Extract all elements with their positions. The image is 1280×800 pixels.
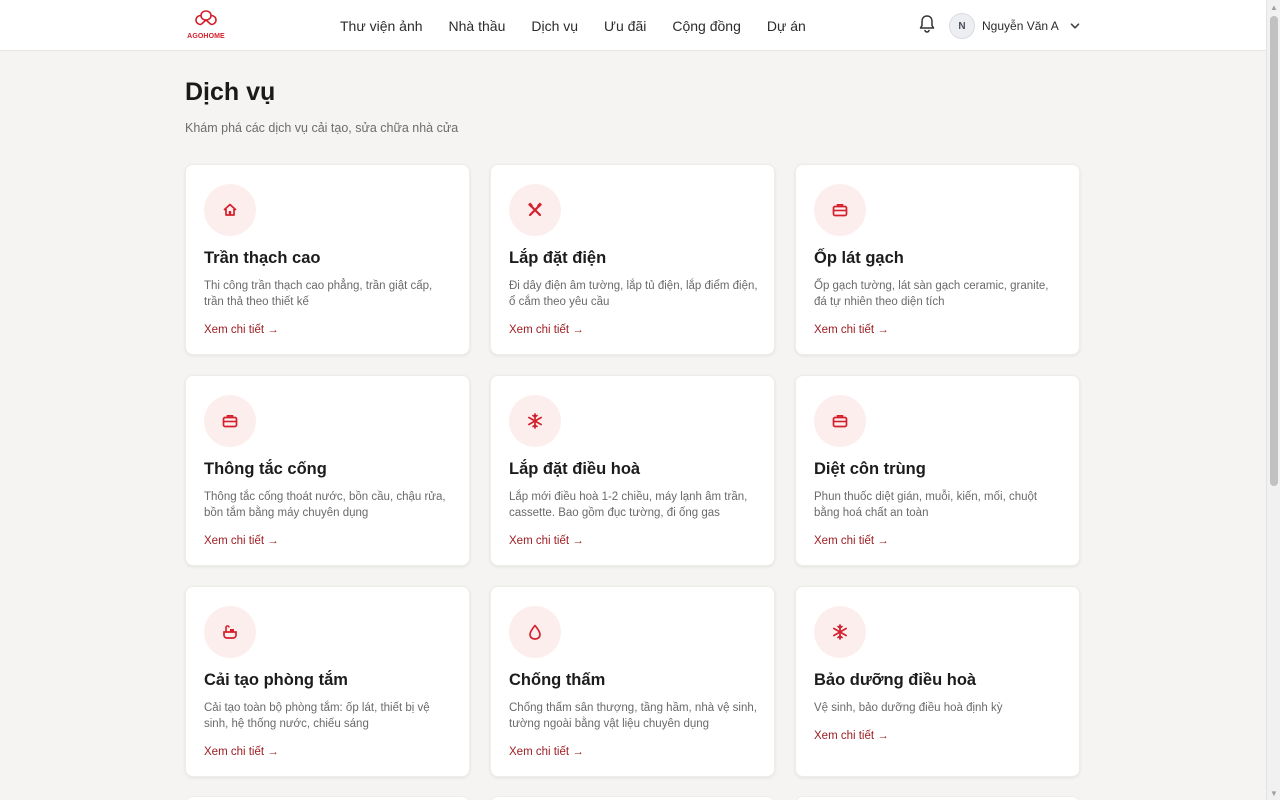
page-scrollbar[interactable]: ▲ ▼ [1266, 0, 1280, 800]
avatar: N [949, 13, 975, 39]
page-subtitle: Khám phá các dịch vụ cải tạo, sửa chữa n… [185, 121, 459, 135]
card-detail-link[interactable]: Xem chi tiết → [814, 535, 889, 547]
service-card-partial[interactable] [185, 796, 470, 800]
bell-icon[interactable] [918, 14, 936, 34]
card-title: Lắp đặt điều hoà [509, 460, 641, 478]
card-detail-link[interactable]: Xem chi tiết → [509, 324, 584, 336]
nav-item-community[interactable]: Cộng đồng [672, 18, 744, 34]
card-detail-link[interactable]: Xem chi tiết → [814, 730, 889, 742]
card-title: Trần thạch cao [204, 249, 321, 267]
card-title: Lắp đặt điện [509, 249, 607, 267]
card-title: Ốp lát gạch [814, 249, 904, 267]
service-card-pest[interactable]: Diệt côn trùng Phun thuốc diệt gián, muỗ… [795, 375, 1080, 566]
card-description: Thi công trần thạch cao phẳng, trần giật… [204, 280, 433, 308]
nav-item-projects[interactable]: Dự án [767, 18, 809, 34]
snowflake-icon [509, 395, 561, 447]
toolbox-icon [204, 395, 256, 447]
service-card-drain[interactable]: Thông tắc cống Thông tắc cống thoát nước… [185, 375, 470, 566]
nav-item-gallery[interactable]: Thư viện ảnh [340, 18, 426, 34]
card-detail-link[interactable]: Xem chi tiết → [204, 535, 279, 547]
logo-mark-icon [195, 10, 217, 26]
card-title: Bảo dưỡng điều hoà [814, 671, 977, 689]
brand-name: AGOHOME [187, 33, 225, 40]
card-description: Thông tắc cống thoát nước, bồn cầu, chậu… [204, 491, 446, 519]
nav-item-services[interactable]: Dịch vụ [531, 18, 581, 34]
service-card-ac-maintenance[interactable]: Bảo dưỡng điều hoà Vệ sinh, bảo dưỡng đi… [795, 586, 1080, 777]
droplet-icon [509, 606, 561, 658]
service-card-electrical[interactable]: Lắp đặt điện Đi dây điện âm tường, lắp t… [490, 164, 775, 355]
toolbox-icon [814, 184, 866, 236]
toolbox-icon [814, 395, 866, 447]
card-description: Phun thuốc diệt gián, muỗi, kiến, mối, c… [814, 491, 1038, 519]
card-description: Lắp mới điều hoà 1-2 chiều, máy lạnh âm … [509, 491, 748, 519]
card-title: Chống thấm [509, 671, 606, 689]
nav-item-contractors[interactable]: Nhà thầu [449, 18, 509, 34]
user-name: Nguyễn Văn A [982, 19, 1059, 33]
chevron-down-icon [1070, 23, 1080, 29]
card-description: Cải tạo toàn bộ phòng tắm: ốp lát, thiết… [204, 702, 430, 730]
service-card-ac-install[interactable]: Lắp đặt điều hoà Lắp mới điều hoà 1-2 ch… [490, 375, 775, 566]
scroll-thumb[interactable] [1270, 16, 1278, 486]
service-card-partial[interactable] [795, 796, 1080, 800]
card-description: Chống thấm sân thượng, tầng hầm, nhà vệ … [509, 702, 757, 730]
card-description: Đi dây điện âm tường, lắp tủ điện, lắp đ… [509, 280, 758, 308]
card-detail-link[interactable]: Xem chi tiết → [509, 535, 584, 547]
service-card-tiling[interactable]: Ốp lát gạch Ốp gạch tường, lát sàn gạch … [795, 164, 1080, 355]
card-description: Ốp gạch tường, lát sàn gạch ceramic, gra… [814, 280, 1049, 308]
service-card-partial[interactable] [490, 796, 775, 800]
home-icon [204, 184, 256, 236]
scroll-up-arrow-icon[interactable]: ▲ [1267, 0, 1280, 14]
card-detail-link[interactable]: Xem chi tiết → [204, 746, 279, 758]
card-title: Cải tạo phòng tắm [204, 671, 348, 689]
bathtub-icon [204, 606, 256, 658]
service-card-bathroom[interactable]: Cải tạo phòng tắm Cải tạo toàn bộ phòng … [185, 586, 470, 777]
snowflake-icon [814, 606, 866, 658]
tools-icon [509, 184, 561, 236]
service-card-waterproofing[interactable]: Chống thấm Chống thấm sân thượng, tầng h… [490, 586, 775, 777]
nav-item-offers[interactable]: Ưu đãi [604, 18, 649, 34]
card-detail-link[interactable]: Xem chi tiết → [509, 746, 584, 758]
card-title: Diệt côn trùng [814, 460, 926, 478]
main-nav: Thư viện ảnh Nhà thầu Dịch vụ Ưu đãi Cộn… [340, 0, 819, 51]
card-description: Vệ sinh, bảo dưỡng điều hoà định kỳ [814, 702, 1003, 714]
card-detail-link[interactable]: Xem chi tiết → [204, 324, 279, 336]
top-header: AGOHOME Thư viện ảnh Nhà thầu Dịch vụ Ưu… [0, 0, 1266, 51]
scroll-down-arrow-icon[interactable]: ▼ [1267, 786, 1280, 800]
user-menu[interactable]: N Nguyễn Văn A [949, 13, 1081, 39]
brand-logo[interactable]: AGOHOME [185, 9, 227, 43]
page-title: Dịch vụ [185, 78, 276, 106]
card-detail-link[interactable]: Xem chi tiết → [814, 324, 889, 336]
service-card-ceiling[interactable]: Trần thạch cao Thi công trần thạch cao p… [185, 164, 470, 355]
card-title: Thông tắc cống [204, 460, 327, 478]
